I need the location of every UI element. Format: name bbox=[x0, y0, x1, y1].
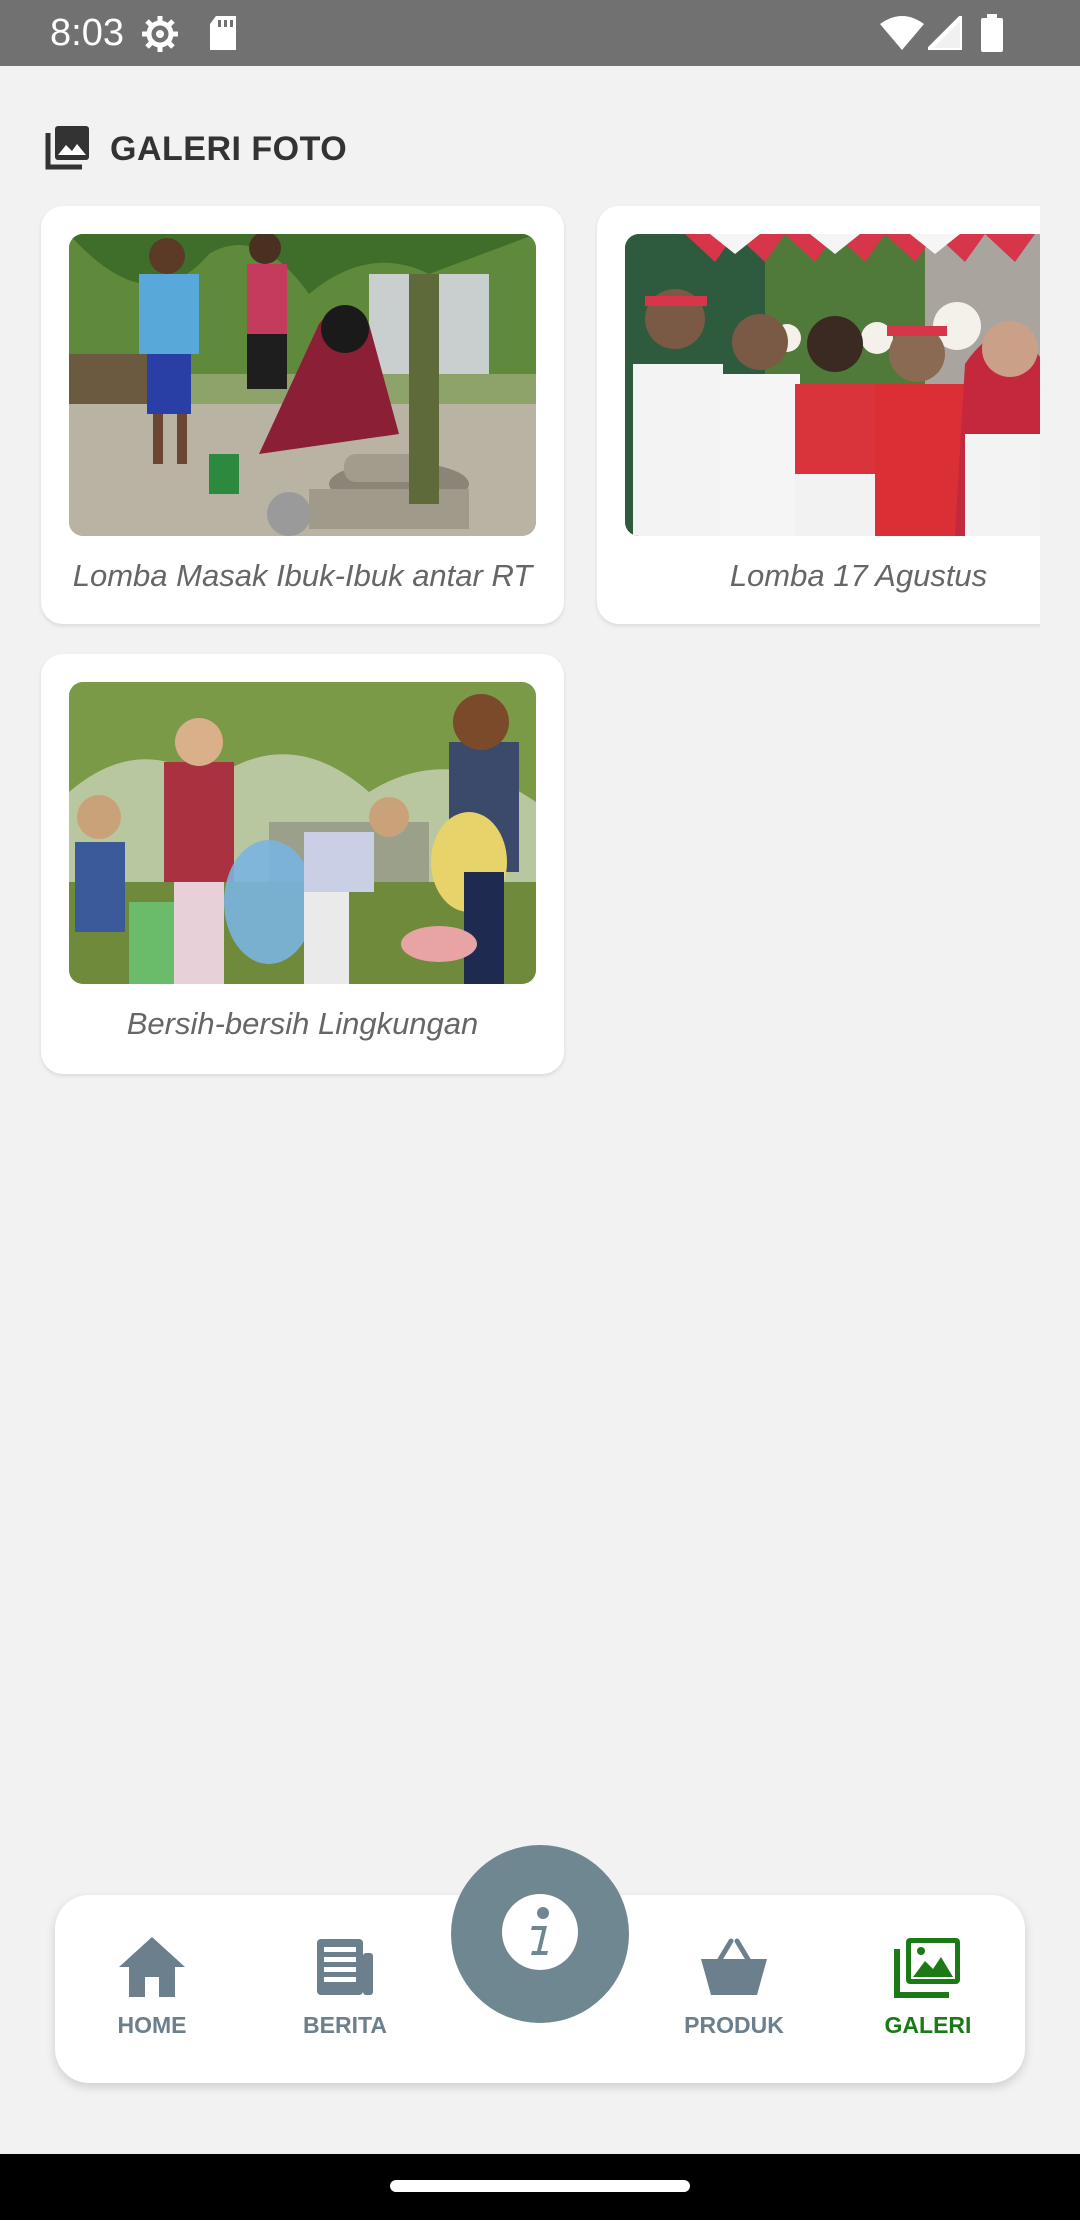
info-icon bbox=[501, 1893, 579, 1976]
nav-label: PRODUK bbox=[684, 2012, 784, 2038]
nav-item-berita[interactable]: BERITA bbox=[265, 1935, 425, 2055]
nav-item-produk[interactable]: PRODUK bbox=[654, 1935, 814, 2055]
gallery-card[interactable]: Lomba 17 Agustus bbox=[597, 206, 1040, 624]
gallery-caption: Lomba Masak Ibuk-Ibuk antar RT bbox=[72, 558, 533, 593]
system-navigation-bar bbox=[0, 2154, 1080, 2220]
children-cleaning-park-photo bbox=[69, 682, 536, 984]
gallery-icon bbox=[848, 1935, 1008, 2004]
basket-icon bbox=[654, 1935, 814, 2004]
home-gesture-handle[interactable] bbox=[390, 2180, 690, 2192]
home-icon bbox=[72, 1935, 232, 2004]
photo-gallery[interactable]: Lomba Masak Ibuk-Ibuk antar RT Lomba 17 … bbox=[0, 0, 1040, 1100]
newspaper-icon bbox=[265, 1935, 425, 2004]
nav-item-galeri[interactable]: GALERI bbox=[848, 1935, 1008, 2055]
nav-item-home[interactable]: HOME bbox=[72, 1935, 232, 2055]
nav-label: GALERI bbox=[884, 2012, 972, 2038]
gallery-card[interactable]: Lomba Masak Ibuk-Ibuk antar RT bbox=[41, 206, 564, 624]
nav-label: BERITA bbox=[303, 2012, 387, 2038]
info-fab-button[interactable] bbox=[451, 1845, 629, 2023]
nav-label: HOME bbox=[117, 2012, 187, 2038]
gallery-caption: Lomba 17 Agustus bbox=[729, 558, 988, 593]
group-red-white-celebration-photo bbox=[625, 234, 1040, 536]
women-cooking-outdoors-photo bbox=[69, 234, 536, 536]
gallery-card[interactable]: Bersih-bersih Lingkungan bbox=[41, 654, 564, 1074]
gallery-caption: Bersih-bersih Lingkungan bbox=[126, 1006, 479, 1041]
